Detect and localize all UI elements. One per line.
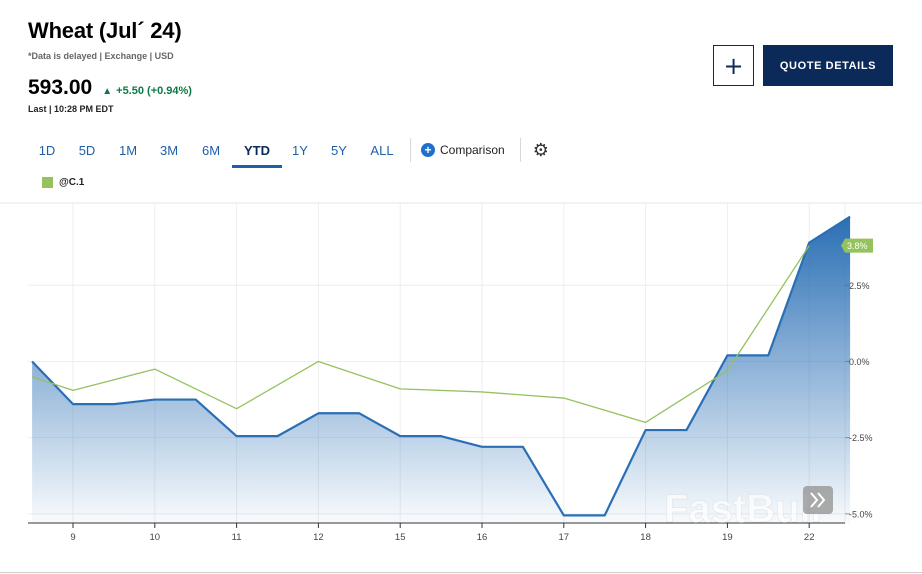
bottom-divider [0, 572, 922, 573]
add-to-watchlist-button[interactable]: + [713, 45, 754, 86]
x-tick-label: 16 [477, 532, 488, 543]
x-tick-label: 19 [722, 532, 733, 543]
price-change-value: +5.50 (+0.94%) [116, 85, 192, 97]
tab-5d[interactable]: 5D [66, 135, 108, 165]
tab-1m[interactable]: 1M [108, 135, 148, 165]
up-arrow-icon: ▲ [102, 86, 113, 97]
chart-legend: @C.1 [42, 177, 84, 188]
legend-label: @C.1 [59, 177, 85, 188]
last-update-time: Last | 10:28 PM EDT [28, 104, 114, 114]
tab-3m[interactable]: 3M [148, 135, 190, 165]
data-delay-note: *Data is delayed | Exchange | USD [28, 51, 174, 61]
last-price: 593.00 [28, 76, 93, 99]
price-chart[interactable]: 2.5% 0.0% -2.5% -5.0% 9 10 11 12 15 16 17 18 19 22 3.8… [0, 200, 922, 572]
comparison-label: Comparison [440, 143, 505, 157]
range-tabs: 1D 5D 1M 3M 6M YTD 1Y 5Y ALL + Compariso… [28, 134, 549, 168]
comparison-series-line [31, 245, 810, 424]
x-tick-label: 22 [804, 532, 815, 543]
x-tick-label: 12 [313, 532, 324, 543]
comparison-button[interactable]: + Comparison [421, 143, 505, 157]
tab-ytd[interactable]: YTD [232, 135, 282, 168]
tab-1d[interactable]: 1D [28, 135, 66, 165]
tab-6m[interactable]: 6M [190, 135, 232, 165]
quote-details-button[interactable]: QUOTE DETAILS [763, 45, 893, 86]
gear-icon[interactable]: ⚙ [533, 140, 549, 161]
price-change: ▲ +5.50 (+0.94%) [102, 85, 192, 97]
price-row: 593.00 ▲ +5.50 (+0.94%) [28, 76, 192, 100]
toolbar-divider [519, 138, 521, 162]
x-tick-label: 9 [70, 532, 75, 543]
tab-all[interactable]: ALL [360, 135, 404, 165]
x-tick-label: 17 [559, 532, 570, 543]
x-tick-label: 11 [232, 532, 242, 543]
x-tick-label: 18 [640, 532, 651, 543]
x-tick-label: 15 [395, 532, 406, 543]
y-tick-label: -5.0% [849, 509, 873, 519]
tab-1y[interactable]: 1Y [282, 135, 318, 165]
tab-5y[interactable]: 5Y [318, 135, 360, 165]
end-value-label: 3.8% [847, 241, 868, 251]
toolbar-divider [410, 138, 411, 162]
y-tick-label: -2.5% [849, 433, 873, 443]
plus-circle-icon: + [421, 143, 435, 157]
instrument-title: Wheat (Jul´ 24) [28, 18, 182, 43]
y-tick-label: 0.0% [849, 357, 870, 367]
fastbull-watermark: FastBull [664, 487, 822, 531]
legend-swatch [42, 177, 53, 188]
x-tick-label: 10 [150, 532, 161, 543]
y-tick-label: 2.5% [849, 281, 870, 291]
